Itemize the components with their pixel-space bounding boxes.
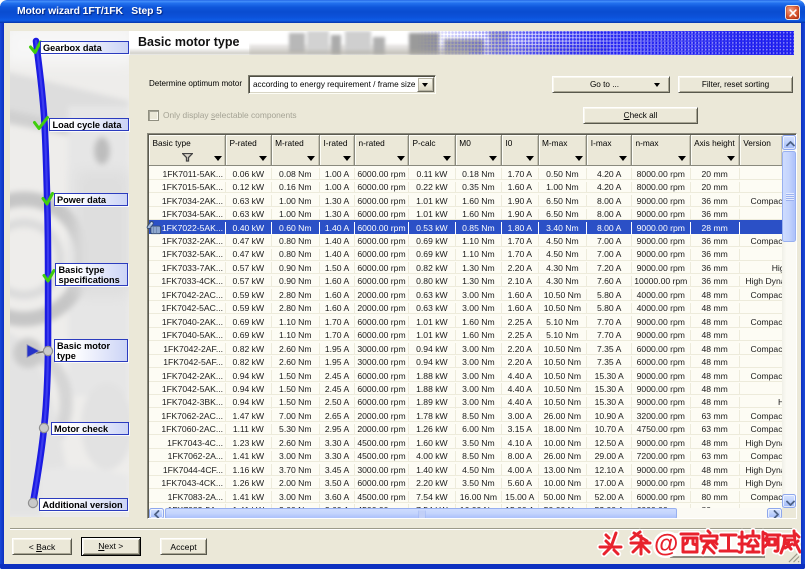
svg-text:@: @ — [654, 530, 678, 558]
